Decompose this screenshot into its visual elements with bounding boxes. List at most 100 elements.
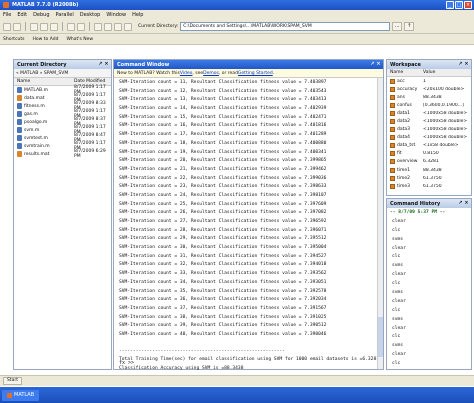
undo-icon[interactable] xyxy=(67,22,75,31)
maximize-icon[interactable]: □ xyxy=(455,1,463,9)
close-icon[interactable]: × xyxy=(464,200,469,206)
copy-icon[interactable] xyxy=(40,22,48,31)
workspace-row[interactable]: data_tst <1x58 double> xyxy=(387,142,471,150)
menu-help[interactable]: Help xyxy=(132,12,143,18)
close-icon[interactable]: × xyxy=(376,61,381,67)
history-item[interactable]: clc xyxy=(387,226,471,235)
workspace-row[interactable]: time1 88.3438 xyxy=(387,166,471,174)
history-item[interactable]: clear xyxy=(387,270,471,279)
undock-icon[interactable]: ↗ xyxy=(98,61,103,67)
command-prompt[interactable]: fx >> xyxy=(119,360,134,366)
history-item[interactable]: svms xyxy=(387,288,471,297)
workspace-row[interactable]: fit 0.8150 xyxy=(387,150,471,158)
close-icon[interactable]: × xyxy=(104,61,109,67)
history-item[interactable]: clc xyxy=(387,252,471,261)
start-button[interactable]: Start xyxy=(3,377,22,385)
column-name[interactable]: Name xyxy=(387,70,423,75)
history-item[interactable]: svms xyxy=(387,341,471,350)
simulink-icon[interactable] xyxy=(94,22,102,31)
output-line: SVM-Iteration count = 26, Resultant Clas… xyxy=(119,210,327,216)
mat-file-icon xyxy=(17,95,22,101)
variable-icon xyxy=(390,183,395,189)
workspace-row[interactable]: accuracy <20x100 double> xyxy=(387,85,471,93)
guide-icon[interactable] xyxy=(104,22,112,31)
history-item[interactable]: svms xyxy=(387,315,471,324)
redo-icon[interactable] xyxy=(77,22,85,31)
column-name[interactable]: Name xyxy=(14,79,74,84)
path-breadcrumb[interactable]: « MATLAB » SPAM_SVM xyxy=(14,69,111,78)
how-to-add-link[interactable]: How to Add xyxy=(33,37,59,42)
new-file-icon[interactable] xyxy=(3,22,11,31)
shortcuts-bar: Shortcuts How to Add What's New xyxy=(0,34,474,45)
var-name-cell: time2 xyxy=(387,175,423,181)
workspace-row[interactable]: data3 <1000x58 double> xyxy=(387,126,471,134)
column-date[interactable]: Date Modified xyxy=(74,79,105,84)
video-link[interactable]: Video xyxy=(180,71,193,76)
history-item[interactable]: clc xyxy=(387,359,471,368)
menu-desktop[interactable]: Desktop xyxy=(80,12,101,18)
history-item[interactable]: clear xyxy=(387,324,471,333)
menu-debug[interactable]: Debug xyxy=(33,12,49,18)
close-icon[interactable]: × xyxy=(464,1,472,9)
output-line: SVM-Iteration count = 16, Resultant Clas… xyxy=(119,123,327,129)
var-name-cell: accuracy xyxy=(387,86,423,92)
demos-link[interactable]: Demos xyxy=(203,71,219,76)
whats-new-link[interactable]: What's New xyxy=(66,37,93,42)
history-item[interactable]: clear xyxy=(387,350,471,359)
history-item[interactable]: clear xyxy=(387,217,471,226)
workspace-row[interactable]: data1 <1000x58 double> xyxy=(387,109,471,117)
workspace-panel: Workspace ↗ × Name Value acc 1 accuracy <20x… xyxy=(386,59,472,196)
undock-icon[interactable]: ↗ xyxy=(370,61,375,67)
history-item[interactable]: clc xyxy=(387,332,471,341)
var-name-cell: data1 xyxy=(387,110,423,116)
browse-button[interactable]: ... xyxy=(392,22,403,31)
help-icon[interactable] xyxy=(124,22,132,31)
menu-window[interactable]: Window xyxy=(106,12,126,18)
file-name-cell: fitness.m xyxy=(14,103,74,109)
var-name-cell: ans xyxy=(387,94,423,100)
history-session-header[interactable]: -- 8/7/09 5:37 PM -- xyxy=(387,208,471,217)
command-output[interactable]: SVM-Iteration count = 11, Resultant Clas… xyxy=(114,78,383,374)
close-icon[interactable]: × xyxy=(464,61,469,67)
history-item[interactable]: svms xyxy=(387,261,471,270)
minimize-icon[interactable]: _ xyxy=(446,1,454,9)
undock-icon[interactable]: ↗ xyxy=(458,61,463,67)
var-name-cell: data_tst xyxy=(387,143,423,149)
shortcuts-link[interactable]: Shortcuts xyxy=(3,37,25,42)
workspace-row[interactable]: ans 88.3438 xyxy=(387,93,471,101)
workspace-row[interactable]: acc 1 xyxy=(387,77,471,85)
history-item[interactable]: clear xyxy=(387,244,471,253)
workspace-row[interactable]: data4 <1000x58 double> xyxy=(387,134,471,142)
cut-icon[interactable] xyxy=(30,22,38,31)
workspace-row[interactable]: overview 6.3281 xyxy=(387,158,471,166)
command-scrollbar[interactable] xyxy=(377,78,383,369)
workspace-row[interactable]: time2 61.3750 xyxy=(387,174,471,182)
undock-icon[interactable]: ↗ xyxy=(458,200,463,206)
profiler-icon[interactable] xyxy=(114,22,122,31)
file-name: gas.m xyxy=(24,111,38,117)
open-folder-icon[interactable] xyxy=(13,22,21,31)
menu-edit[interactable]: Edit xyxy=(17,12,27,18)
up-folder-button[interactable]: ↑ xyxy=(404,22,415,31)
history-item[interactable]: svms xyxy=(387,235,471,244)
menu-parallel[interactable]: Parallel xyxy=(56,12,74,18)
history-item[interactable]: clear xyxy=(387,297,471,306)
scroll-thumb[interactable] xyxy=(378,317,383,357)
file-row[interactable]: results.mat 8/7/2009 6:29 PM xyxy=(14,149,111,159)
history-item[interactable]: clc xyxy=(387,306,471,315)
workspace-row[interactable]: confus [0.3600,0.1900...] xyxy=(387,101,471,109)
current-dir-field[interactable]: C:\Documents and Settings\...\MATLAB\WOR… xyxy=(180,22,391,31)
var-value: <1000x58 double> xyxy=(423,127,468,133)
var-name-cell: time3 xyxy=(387,183,423,189)
paste-icon[interactable] xyxy=(50,22,58,31)
toolbar-divider xyxy=(62,22,63,31)
taskbar-item-matlab[interactable]: MATLAB xyxy=(2,389,40,401)
getting-started-link[interactable]: Getting Started xyxy=(238,71,273,76)
history-item[interactable]: clc xyxy=(387,279,471,288)
column-value[interactable]: Value xyxy=(423,70,435,75)
workspace-row[interactable]: data2 <1000x58 double> xyxy=(387,117,471,125)
var-name: data1 xyxy=(397,110,410,116)
menu-file[interactable]: File xyxy=(3,12,11,18)
file-name-cell: psoalgo.m xyxy=(14,119,74,125)
workspace-row[interactable]: time3 61.3750 xyxy=(387,182,471,190)
